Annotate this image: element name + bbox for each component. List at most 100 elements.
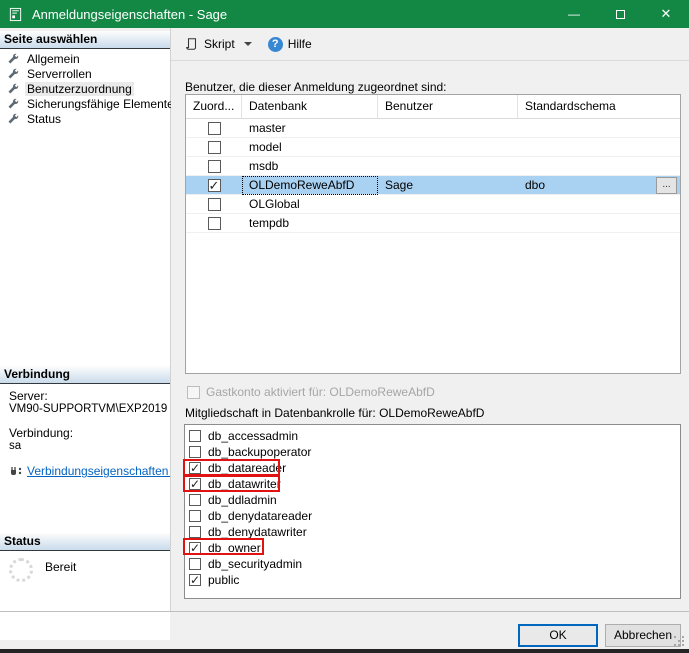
column-header-datenbank[interactable]: Datenbank — [242, 95, 378, 118]
sidebar-item-label: Allgemein — [25, 52, 82, 66]
sidebar: Seite auswählen Allgemein Serverrollen B… — [0, 28, 171, 612]
chevron-down-icon — [244, 42, 252, 46]
wrench-icon — [7, 113, 19, 125]
table-row[interactable]: model — [186, 138, 680, 157]
view-connection-properties-link[interactable]: Verbindungseigenschaften anz — [27, 465, 170, 478]
role-row[interactable]: db_denydatawriter — [185, 524, 680, 540]
titlebar: Anmeldungseigenschaften - Sage — ✕ — [0, 0, 689, 28]
schema-cell — [518, 214, 680, 233]
role-label: db_securityadmin — [208, 557, 302, 571]
user-cell — [378, 157, 518, 176]
wrench-icon — [7, 53, 19, 65]
cancel-button[interactable]: Abbrechen — [605, 624, 681, 647]
role-label: db_owner — [208, 541, 261, 555]
role-row[interactable]: db_backupoperator — [185, 444, 680, 460]
login-properties-dialog: Anmeldungseigenschaften - Sage — ✕ Seite… — [0, 0, 689, 653]
resize-grip[interactable] — [674, 636, 686, 648]
role-row[interactable]: db_ddladmin — [185, 492, 680, 508]
database-cell: OLDemoReweAbfD — [242, 176, 378, 195]
help-button[interactable]: ? Hilfe — [264, 34, 316, 55]
connection-properties-icon — [9, 466, 23, 478]
minimize-button[interactable]: — — [551, 0, 597, 28]
role-row[interactable]: db_owner — [185, 540, 680, 556]
sidebar-item-label: Serverrollen — [25, 67, 94, 81]
table-row-selected[interactable]: OLDemoReweAbfD Sage dbo ... — [186, 176, 680, 195]
database-cell: msdb — [242, 157, 378, 176]
database-cell: model — [242, 138, 378, 157]
schema-cell — [518, 195, 680, 214]
server-label: Server: — [9, 390, 170, 403]
ok-button[interactable]: OK — [518, 624, 598, 647]
database-cell: tempdb — [242, 214, 378, 233]
guest-account-row: Gastkonto aktiviert für: OLDemoReweAbfD — [187, 385, 435, 399]
help-icon: ? — [268, 37, 283, 52]
maximize-button[interactable] — [597, 0, 643, 28]
wrench-icon — [7, 83, 19, 95]
sidebar-item-label: Benutzerzuordnung — [25, 82, 134, 96]
role-checkbox[interactable] — [189, 430, 201, 442]
progress-spinner-icon — [9, 558, 33, 582]
role-row[interactable]: db_denydatareader — [185, 508, 680, 524]
map-checkbox[interactable] — [208, 141, 221, 154]
select-page-header: Seite auswählen — [0, 31, 170, 49]
sidebar-item-benutzerzuordnung[interactable]: Benutzerzuordnung — [0, 81, 170, 96]
connection-header: Verbindung — [0, 366, 170, 384]
role-label: public — [208, 573, 239, 587]
role-checkbox[interactable] — [189, 542, 201, 554]
maximize-icon — [616, 10, 625, 19]
sidebar-item-status[interactable]: Status — [0, 111, 170, 126]
main-panel: Benutzer, die dieser Anmeldung zugeordne… — [171, 61, 689, 612]
map-checkbox[interactable] — [208, 160, 221, 173]
role-checkbox[interactable] — [189, 478, 201, 490]
schema-cell — [518, 119, 680, 138]
map-checkbox[interactable] — [208, 217, 221, 230]
user-cell — [378, 119, 518, 138]
sidebar-item-label: Status — [25, 112, 63, 126]
role-row[interactable]: public — [185, 572, 680, 588]
close-button[interactable]: ✕ — [643, 0, 689, 28]
map-checkbox[interactable] — [208, 122, 221, 135]
column-header-benutzer[interactable]: Benutzer — [378, 95, 518, 118]
connection-value: sa — [9, 440, 170, 453]
table-row[interactable]: OLGlobal — [186, 195, 680, 214]
database-cell: master — [242, 119, 378, 138]
role-checkbox[interactable] — [189, 462, 201, 474]
footer-divider — [0, 611, 689, 612]
role-row[interactable]: db_datawriter — [185, 476, 680, 492]
table-row[interactable]: tempdb — [186, 214, 680, 233]
table-row[interactable]: msdb — [186, 157, 680, 176]
column-header-standardschema[interactable]: Standardschema — [518, 95, 680, 118]
column-header-zuordnen[interactable]: Zuord... — [186, 95, 242, 118]
sidebar-item-sicherungsfaehige-elemente[interactable]: Sicherungsfähige Elemente — [0, 96, 170, 111]
role-label: db_denydatawriter — [208, 525, 307, 539]
role-row[interactable]: db_securityadmin — [185, 556, 680, 572]
table-row[interactable]: master — [186, 119, 680, 138]
sidebar-item-allgemein[interactable]: Allgemein — [0, 51, 170, 66]
role-label: db_ddladmin — [208, 493, 277, 507]
connection-panel: Server: VM90-SUPPORTVM\EXP2019 Verbindun… — [0, 384, 170, 533]
role-label: db_accessadmin — [208, 429, 298, 443]
role-checkbox[interactable] — [189, 494, 201, 506]
map-checkbox[interactable] — [208, 179, 221, 192]
role-checkbox[interactable] — [189, 526, 201, 538]
sidebar-item-serverrollen[interactable]: Serverrollen — [0, 66, 170, 81]
role-checkbox[interactable] — [189, 510, 201, 522]
schema-cell — [518, 157, 680, 176]
map-checkbox[interactable] — [208, 198, 221, 211]
user-cell — [378, 195, 518, 214]
role-checkbox[interactable] — [189, 558, 201, 570]
select-page-panel: Allgemein Serverrollen Benutzerzuordnung… — [0, 49, 170, 366]
user-mapping-table: Zuord... Datenbank Benutzer Standardsche… — [185, 94, 681, 374]
role-row[interactable]: db_accessadmin — [185, 428, 680, 444]
table-header-row: Zuord... Datenbank Benutzer Standardsche… — [186, 95, 680, 119]
role-label: db_denydatareader — [208, 509, 312, 523]
role-row[interactable]: db_datareader — [185, 460, 680, 476]
role-checkbox[interactable] — [189, 446, 201, 458]
role-checkbox[interactable] — [189, 574, 201, 586]
script-button[interactable]: Skript — [181, 34, 256, 54]
role-label: db_datawriter — [208, 477, 281, 491]
role-membership-label: Mitgliedschaft in Datenbankrolle für: OL… — [185, 406, 484, 420]
role-label: db_backupoperator — [208, 445, 311, 459]
connection-label: Verbindung: — [9, 427, 170, 440]
browse-schema-button[interactable]: ... — [656, 177, 677, 194]
